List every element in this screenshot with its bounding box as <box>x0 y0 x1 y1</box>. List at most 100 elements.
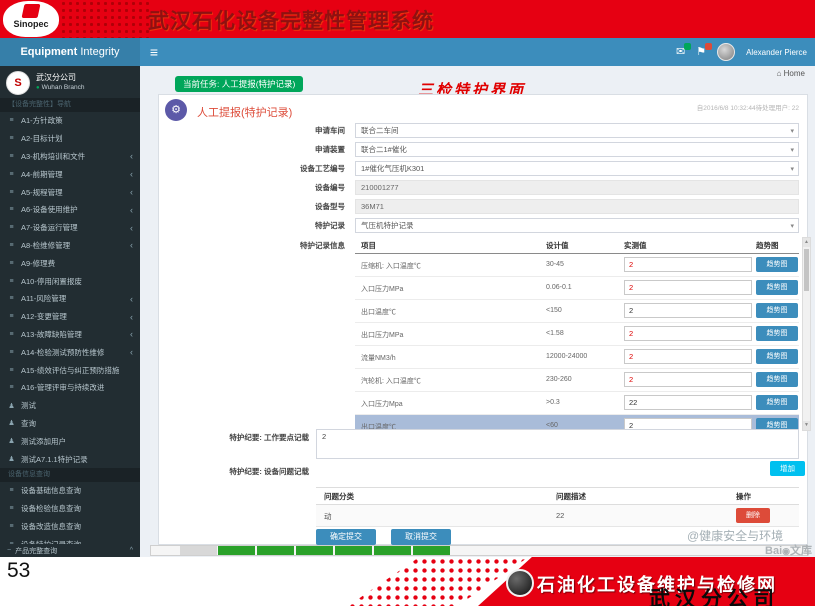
sidebar-item[interactable]: ≡ A9-修理费 <box>0 254 140 272</box>
workshop-select[interactable]: 联合二车间 ▾ <box>355 123 799 138</box>
sidebar-item[interactable]: ≡ A8-检维修管理 ‹ <box>0 237 140 255</box>
menu-icon: ≡ <box>9 384 14 392</box>
sidebar-item[interactable]: ≡ A5-规程管理 ‹ <box>0 183 140 201</box>
brand-logo[interactable]: Equipment Integrity <box>0 38 140 66</box>
breadcrumb[interactable]: ⌂ Home <box>777 69 805 78</box>
notes-textarea[interactable]: 2 <box>316 429 799 459</box>
nav-header: 【设备完整性】导航 <box>0 98 140 112</box>
record-table-header: 项目 设计值 实测值 趋势图 <box>355 237 799 254</box>
sidebar-item[interactable]: ♟ 查询 <box>0 415 140 433</box>
sidebar-item[interactable]: ≡ A12-变更管理 ‹ <box>0 308 140 326</box>
form-panel: ⚙ 人工提报(特护记录) 自2016/6/8 10:32:44待处理用户: 22… <box>158 94 811 545</box>
panel-title: 人工提报(特护记录) <box>197 107 293 119</box>
menu-icon: ≡ <box>9 152 14 160</box>
sidebar-item[interactable]: ≡ 设备改造信息查询 <box>0 518 140 536</box>
sidebar-item[interactable]: ♟ 测试A7.1.1特护记录 <box>0 450 140 468</box>
add-button[interactable]: 增加 <box>770 461 805 476</box>
sidebar-item[interactable]: ≡ A13-故障缺陷管理 ‹ <box>0 326 140 344</box>
sidebar-item[interactable]: ♟ 测试 <box>0 397 140 415</box>
trend-button[interactable]: 趋势图 <box>756 280 798 295</box>
progress-segment <box>413 546 450 555</box>
sidebar-item[interactable]: ≡ 设备检验信息查询 <box>0 500 140 518</box>
chevron-left-icon: ‹ <box>130 240 133 251</box>
sidebar-item[interactable]: ≡ A7-设备运行管理 ‹ <box>0 219 140 237</box>
sidebar-item[interactable]: ≡ A15-绩效评估与纠正预防措施 <box>0 361 140 379</box>
menu-icon: ≡ <box>9 348 14 356</box>
record-row[interactable]: 汽轮机: 入口温度℃ 230-260 趋势图 <box>355 369 799 392</box>
trend-button[interactable]: 趋势图 <box>756 372 798 387</box>
record-row[interactable]: 入口压力Mpa >0.3 趋势图 <box>355 392 799 415</box>
measured-value-input[interactable] <box>624 280 752 295</box>
sidebar-item[interactable]: ≡ A2-目标计划 <box>0 130 140 148</box>
measured-value-input[interactable] <box>624 257 752 272</box>
record-table: 项目 设计值 实测值 趋势图 压缩机: 入口温度℃ 30-45 趋势图 入口压力… <box>355 237 799 438</box>
avatar[interactable] <box>717 43 736 61</box>
delete-button[interactable]: 删除 <box>736 508 770 523</box>
branch-status: ● Wuhan Branch <box>36 84 85 91</box>
sidebar-item[interactable]: ≡ A4-前期管理 ‹ <box>0 165 140 183</box>
record-row[interactable]: 出口温度℃ <150 趋势图 <box>355 300 799 323</box>
measured-value-input[interactable] <box>624 326 752 341</box>
record-row[interactable]: 流量NM3/h 12000-24000 趋势图 <box>355 346 799 369</box>
cancel-button[interactable]: 取消提交 <box>391 529 451 545</box>
problem-table: 问题分类 问题描述 操作 动 22 删除 <box>316 487 799 527</box>
menu-icon: − <box>7 547 12 554</box>
record-row[interactable]: 压缩机: 入口温度℃ 30-45 趋势图 <box>355 254 799 277</box>
field-label: 特护记录 <box>315 221 345 230</box>
scroll-down-icon[interactable]: ▼ <box>803 421 810 430</box>
problem-table-header: 问题分类 问题描述 操作 <box>316 487 799 505</box>
sidebar-item[interactable]: ≡ A3-机构培训和文件 ‹ <box>0 148 140 166</box>
trend-button[interactable]: 趋势图 <box>756 303 798 318</box>
menu-icon: ≡ <box>9 117 14 125</box>
record-row[interactable]: 出口压力MPa <1.58 趋势图 <box>355 323 799 346</box>
record-table-label: 特护记录信息 <box>300 241 345 250</box>
sidebar-query-nav: ≡ 设备基础信息查询 ≡ 设备检验信息查询 ≡ 设备改造信息查询 ≡ 设备特护记录查询 <box>0 482 140 545</box>
scroll-up-icon[interactable]: ▲ <box>803 238 810 247</box>
trend-button[interactable]: 趋势图 <box>756 349 798 364</box>
sidebar-item[interactable]: ≡ A1-方针政策 <box>0 112 140 130</box>
dropdown-arrow-icon: ▾ <box>790 223 794 230</box>
menu-icon: ≡ <box>9 313 14 321</box>
field-label: 申请车间 <box>315 126 345 135</box>
dropdown-arrow-icon: ▾ <box>790 166 794 173</box>
menu-icon: ≡ <box>9 522 14 530</box>
field-label: 设备工艺编号 <box>300 164 345 173</box>
measured-value-input[interactable] <box>624 372 752 387</box>
unit-select[interactable]: 联合二1#催化 ▾ <box>355 142 799 157</box>
table-scrollbar[interactable]: ▲ ▼ <box>802 237 811 431</box>
sidebar-item[interactable]: ≡ A6-设备使用维护 ‹ <box>0 201 140 219</box>
system-title: 武汉石化设备完整性管理系统 <box>148 10 434 33</box>
measured-value-input[interactable] <box>624 303 752 318</box>
menu-icon: ≡ <box>9 170 14 178</box>
messages-icon[interactable]: ✉ <box>676 42 692 58</box>
trend-button[interactable]: 趋势图 <box>756 326 798 341</box>
menu-icon: ≡ <box>9 241 14 249</box>
record-row[interactable]: 入口压力MPa 0.06-0.1 趋势图 <box>355 277 799 300</box>
chevron-left-icon: ‹ <box>130 311 133 322</box>
trend-button[interactable]: 趋势图 <box>756 395 798 410</box>
timestamp-note: 自2016/6/8 10:32:44待处理用户: 22 <box>696 105 799 112</box>
scroll-thumb[interactable] <box>804 249 809 291</box>
equipment-no-field: 210001277 <box>355 180 799 195</box>
process-no-select[interactable]: 1#催化气压机K301 ▾ <box>355 161 799 176</box>
sidebar-item[interactable]: ≡ A16-管理评审与持续改进 <box>0 379 140 397</box>
menu-icon: ≡ <box>9 295 14 303</box>
user-name[interactable]: Alexander Pierce <box>746 48 807 57</box>
sidebar-nav: ≡ A1-方针政策 ≡ A2-目标计划 ≡ A3-机构培训和文件 ‹ ≡ A4-前期管理 ‹… <box>0 112 140 468</box>
record-type-select[interactable]: 气压机特护记录 ▾ <box>355 218 799 233</box>
home-icon: ⌂ <box>776 69 782 78</box>
submit-button[interactable]: 确定提交 <box>316 529 376 545</box>
measured-value-input[interactable] <box>624 349 752 364</box>
sidebar-item[interactable]: ≡ A11-风险管理 ‹ <box>0 290 140 308</box>
notifications-icon[interactable]: ⚑ <box>696 42 713 58</box>
sidebar-item[interactable]: ≡ A10-停用闲置报废 <box>0 272 140 290</box>
measured-value-input[interactable] <box>624 395 752 410</box>
sidebar-item-bottom[interactable]: − 产品完整查询 ^ <box>0 544 140 557</box>
trend-button[interactable]: 趋势图 <box>756 257 798 272</box>
chevron-left-icon: ‹ <box>130 204 133 215</box>
sidebar-item[interactable]: ≡ A14-检验测试预防性维修 ‹ <box>0 343 140 361</box>
problem-row[interactable]: 动 22 删除 <box>316 505 799 527</box>
sidebar-toggle-icon[interactable]: ≡ <box>141 38 167 66</box>
sidebar-item[interactable]: ≡ 设备基础信息查询 <box>0 482 140 500</box>
sidebar-item[interactable]: ♟ 测试添加用户 <box>0 432 140 450</box>
